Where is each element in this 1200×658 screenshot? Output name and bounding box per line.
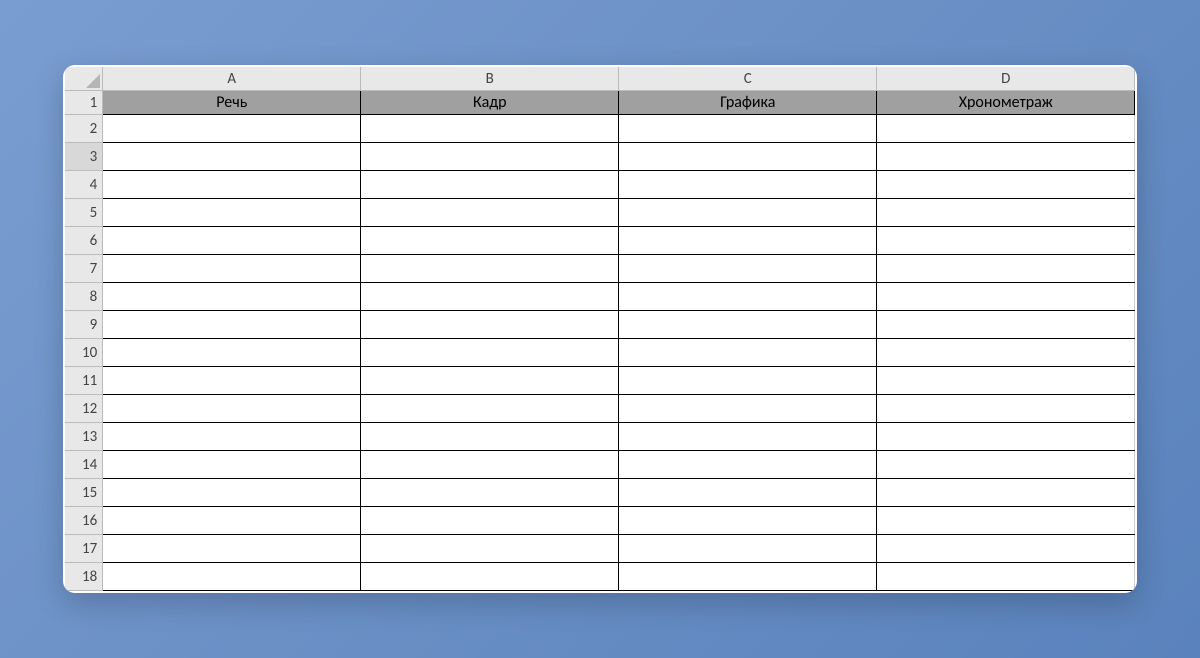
spreadsheet-container: A B C D 1 Речь Кадр Графика Хронометраж … bbox=[63, 65, 1138, 594]
row-header-15[interactable]: 15 bbox=[65, 479, 103, 507]
cell-B3[interactable] bbox=[361, 143, 619, 171]
cell-C12[interactable] bbox=[619, 395, 877, 423]
cell-D9[interactable] bbox=[877, 311, 1135, 339]
column-header-C[interactable]: C bbox=[619, 67, 877, 91]
cell-A10[interactable] bbox=[103, 339, 361, 367]
cell-B1[interactable]: Кадр bbox=[361, 91, 619, 115]
cell-D18[interactable] bbox=[877, 563, 1135, 591]
cell-D10[interactable] bbox=[877, 339, 1135, 367]
cell-D15[interactable] bbox=[877, 479, 1135, 507]
row-header-9[interactable]: 9 bbox=[65, 311, 103, 339]
cell-B17[interactable] bbox=[361, 535, 619, 563]
cell-A16[interactable] bbox=[103, 507, 361, 535]
row-header-6[interactable]: 6 bbox=[65, 227, 103, 255]
cell-C17[interactable] bbox=[619, 535, 877, 563]
cell-A2[interactable] bbox=[103, 115, 361, 143]
cell-B5[interactable] bbox=[361, 199, 619, 227]
row-header-16[interactable]: 16 bbox=[65, 507, 103, 535]
cell-B4[interactable] bbox=[361, 171, 619, 199]
cell-D6[interactable] bbox=[877, 227, 1135, 255]
cell-D8[interactable] bbox=[877, 283, 1135, 311]
cell-D12[interactable] bbox=[877, 395, 1135, 423]
cell-D4[interactable] bbox=[877, 171, 1135, 199]
column-header-D[interactable]: D bbox=[877, 67, 1135, 91]
cell-A6[interactable] bbox=[103, 227, 361, 255]
cell-C11[interactable] bbox=[619, 367, 877, 395]
cell-D11[interactable] bbox=[877, 367, 1135, 395]
cell-C1[interactable]: Графика bbox=[619, 91, 877, 115]
cell-A3[interactable] bbox=[103, 143, 361, 171]
cell-A13[interactable] bbox=[103, 423, 361, 451]
cell-A8[interactable] bbox=[103, 283, 361, 311]
cell-B2[interactable] bbox=[361, 115, 619, 143]
cell-C8[interactable] bbox=[619, 283, 877, 311]
row-header-8[interactable]: 8 bbox=[65, 283, 103, 311]
cell-A11[interactable] bbox=[103, 367, 361, 395]
cell-A17[interactable] bbox=[103, 535, 361, 563]
cell-C15[interactable] bbox=[619, 479, 877, 507]
cell-B14[interactable] bbox=[361, 451, 619, 479]
cell-D3[interactable] bbox=[877, 143, 1135, 171]
cell-B13[interactable] bbox=[361, 423, 619, 451]
cell-D17[interactable] bbox=[877, 535, 1135, 563]
select-all-triangle-icon bbox=[86, 74, 100, 88]
cell-C4[interactable] bbox=[619, 171, 877, 199]
column-header-A[interactable]: A bbox=[103, 67, 361, 91]
column-header-B[interactable]: B bbox=[361, 67, 619, 91]
cell-C14[interactable] bbox=[619, 451, 877, 479]
row-header-5[interactable]: 5 bbox=[65, 199, 103, 227]
cell-C13[interactable] bbox=[619, 423, 877, 451]
cell-B16[interactable] bbox=[361, 507, 619, 535]
cell-B12[interactable] bbox=[361, 395, 619, 423]
row-header-10[interactable]: 10 bbox=[65, 339, 103, 367]
row-header-2[interactable]: 2 bbox=[65, 115, 103, 143]
cell-D1[interactable]: Хронометраж bbox=[877, 91, 1135, 115]
cell-A12[interactable] bbox=[103, 395, 361, 423]
cell-A1[interactable]: Речь bbox=[103, 91, 361, 115]
row-header-11[interactable]: 11 bbox=[65, 367, 103, 395]
cell-C5[interactable] bbox=[619, 199, 877, 227]
row-header-4[interactable]: 4 bbox=[65, 171, 103, 199]
cell-C10[interactable] bbox=[619, 339, 877, 367]
cell-B6[interactable] bbox=[361, 227, 619, 255]
cell-D16[interactable] bbox=[877, 507, 1135, 535]
cell-B10[interactable] bbox=[361, 339, 619, 367]
cell-B8[interactable] bbox=[361, 283, 619, 311]
row-header-3[interactable]: 3 bbox=[65, 143, 103, 171]
row-header-12[interactable]: 12 bbox=[65, 395, 103, 423]
select-all-corner[interactable] bbox=[65, 67, 103, 91]
cell-D5[interactable] bbox=[877, 199, 1135, 227]
cell-A18[interactable] bbox=[103, 563, 361, 591]
cell-A9[interactable] bbox=[103, 311, 361, 339]
cell-C16[interactable] bbox=[619, 507, 877, 535]
cell-A14[interactable] bbox=[103, 451, 361, 479]
row-header-1[interactable]: 1 bbox=[65, 91, 103, 115]
cell-C3[interactable] bbox=[619, 143, 877, 171]
cell-C2[interactable] bbox=[619, 115, 877, 143]
cell-B7[interactable] bbox=[361, 255, 619, 283]
cell-A15[interactable] bbox=[103, 479, 361, 507]
cell-D14[interactable] bbox=[877, 451, 1135, 479]
row-header-13[interactable]: 13 bbox=[65, 423, 103, 451]
cell-A5[interactable] bbox=[103, 199, 361, 227]
row-header-7[interactable]: 7 bbox=[65, 255, 103, 283]
cell-C6[interactable] bbox=[619, 227, 877, 255]
cell-D13[interactable] bbox=[877, 423, 1135, 451]
cell-B9[interactable] bbox=[361, 311, 619, 339]
spreadsheet-table: A B C D 1 Речь Кадр Графика Хронометраж … bbox=[65, 67, 1136, 592]
cell-C7[interactable] bbox=[619, 255, 877, 283]
cell-B18[interactable] bbox=[361, 563, 619, 591]
cell-B11[interactable] bbox=[361, 367, 619, 395]
row-header-14[interactable]: 14 bbox=[65, 451, 103, 479]
cell-D2[interactable] bbox=[877, 115, 1135, 143]
cell-A4[interactable] bbox=[103, 171, 361, 199]
row-header-18[interactable]: 18 bbox=[65, 563, 103, 591]
row-header-17[interactable]: 17 bbox=[65, 535, 103, 563]
cell-B15[interactable] bbox=[361, 479, 619, 507]
cell-D7[interactable] bbox=[877, 255, 1135, 283]
cell-A7[interactable] bbox=[103, 255, 361, 283]
cell-C18[interactable] bbox=[619, 563, 877, 591]
cell-C9[interactable] bbox=[619, 311, 877, 339]
